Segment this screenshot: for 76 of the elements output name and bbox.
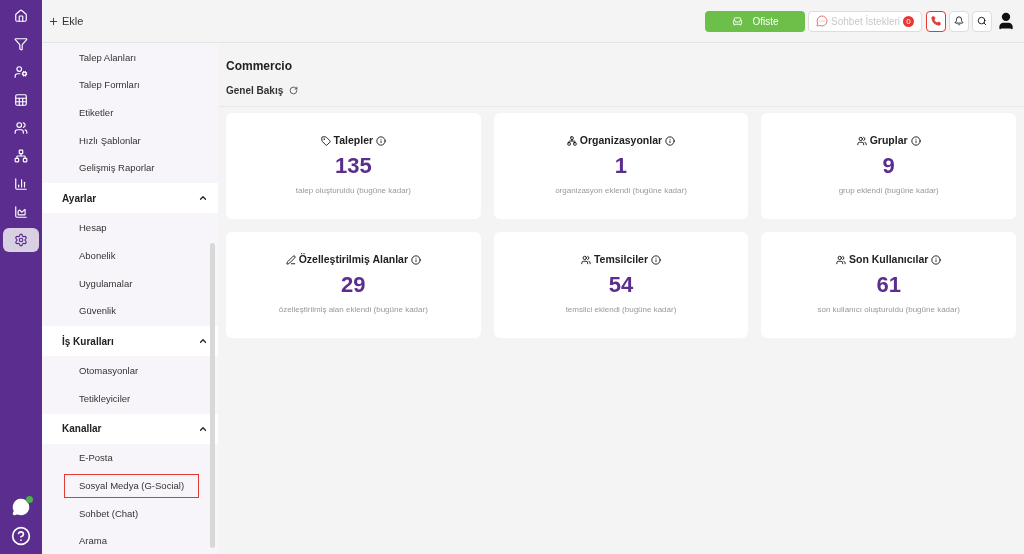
users-icon (580, 254, 591, 265)
phone-icon (931, 16, 941, 26)
sidebar-item[interactable]: Gelişmiş Raporlar (64, 156, 170, 181)
card-caption: son kullanıcı oluşturuldu (bugüne kadar) (817, 303, 960, 316)
info-icon[interactable] (910, 135, 921, 146)
users-icon (856, 135, 867, 146)
plus-icon (48, 15, 59, 27)
card-value: 9 (882, 151, 895, 180)
card-value: 54 (608, 270, 634, 299)
scrollbar[interactable] (210, 243, 215, 548)
card-caption: talep oluşturuldu (bugüne kadar) (295, 184, 411, 197)
sidebar-item[interactable]: E-Posta (64, 446, 128, 471)
card-value: 1 (614, 151, 628, 180)
card-value: 61 (876, 270, 901, 299)
users-icon (14, 121, 28, 135)
home-icon (14, 9, 28, 23)
sidebar-item[interactable]: Hesap (64, 216, 122, 241)
sidebar-item[interactable]: Arama (64, 529, 122, 554)
filter-icon (14, 37, 28, 51)
table-icon (14, 93, 28, 107)
section-title: Genel Bakış (226, 84, 284, 98)
sidebar-item[interactable]: Sosyal Medya (G-Social) (64, 474, 200, 499)
bell-icon (954, 16, 964, 26)
bar-chart-icon (14, 177, 28, 191)
pen-icon (285, 254, 296, 265)
search-button[interactable] (972, 10, 992, 32)
card-title: Son Kullanıcılar (849, 252, 929, 267)
hierarchy-icon (14, 149, 28, 163)
sidebar-item[interactable]: Uygulamalar (64, 271, 148, 296)
info-icon[interactable] (651, 254, 662, 265)
area-chart-icon (14, 205, 28, 219)
refresh-icon[interactable] (289, 86, 299, 95)
card-value: 135 (334, 151, 372, 180)
sidebar-item[interactable]: Hızlı Şablonlar (64, 128, 156, 153)
notifications-button[interactable] (949, 10, 969, 32)
count-badge: 0 (903, 15, 914, 27)
card-title: Gruplar (869, 133, 908, 148)
chair-icon (731, 15, 743, 27)
card-value: 29 (341, 270, 366, 299)
sidebar-item[interactable]: Abonelik (64, 243, 131, 268)
sidebar-item[interactable]: Talep Formları (64, 73, 155, 98)
card-caption: organizasyon eklendi (bugüne kadar) (555, 184, 687, 197)
phone-button[interactable] (926, 10, 946, 32)
card-title: Talepler (333, 133, 374, 148)
info-icon[interactable] (411, 254, 421, 265)
section-header[interactable]: İş Kuralları (42, 326, 218, 357)
card-title: Organizasyonlar (579, 133, 663, 148)
card-caption: temsilci eklendi (bugüne kadar) (565, 303, 677, 316)
settings-icon (14, 233, 28, 247)
sidebar-item[interactable]: Sohbet (Chat) (64, 501, 154, 526)
search-icon (977, 16, 987, 26)
card-caption: grup eklendi (bugüne kadar) (838, 184, 939, 197)
card-title: Özelleştirilmiş Alanlar (298, 252, 408, 267)
section-header[interactable]: Ayarlar (42, 183, 218, 214)
card-title: Temsilciler (593, 252, 649, 267)
page-title: Commercio (226, 58, 294, 75)
tag-icon (320, 135, 331, 146)
rail-item[interactable] (3, 228, 39, 252)
profile-icon[interactable] (996, 11, 1016, 31)
card-caption: özelleştirilmiş alan eklendi (bugüne kadar) (278, 303, 428, 316)
info-icon[interactable] (376, 135, 387, 146)
section-header[interactable]: Kanallar (42, 413, 218, 444)
users-icon (836, 254, 846, 265)
chat-icon[interactable] (12, 498, 30, 516)
sidebar-item[interactable]: Güvenlik (64, 299, 131, 324)
info-icon[interactable] (931, 254, 942, 265)
add-button[interactable]: Ekle (48, 12, 84, 30)
user-icon (14, 65, 28, 79)
sidebar-item[interactable]: Talep Alanları (64, 45, 152, 70)
sidebar-item[interactable]: Otomasyonlar (64, 359, 154, 384)
sidebar-item[interactable]: Tetikleyiciler (64, 386, 146, 411)
sidebar-item[interactable]: Etiketler (64, 101, 129, 126)
chat-bubble-icon (816, 15, 829, 27)
help-icon[interactable] (11, 526, 31, 546)
hierarchy-icon (566, 135, 577, 146)
info-icon[interactable] (665, 135, 676, 146)
